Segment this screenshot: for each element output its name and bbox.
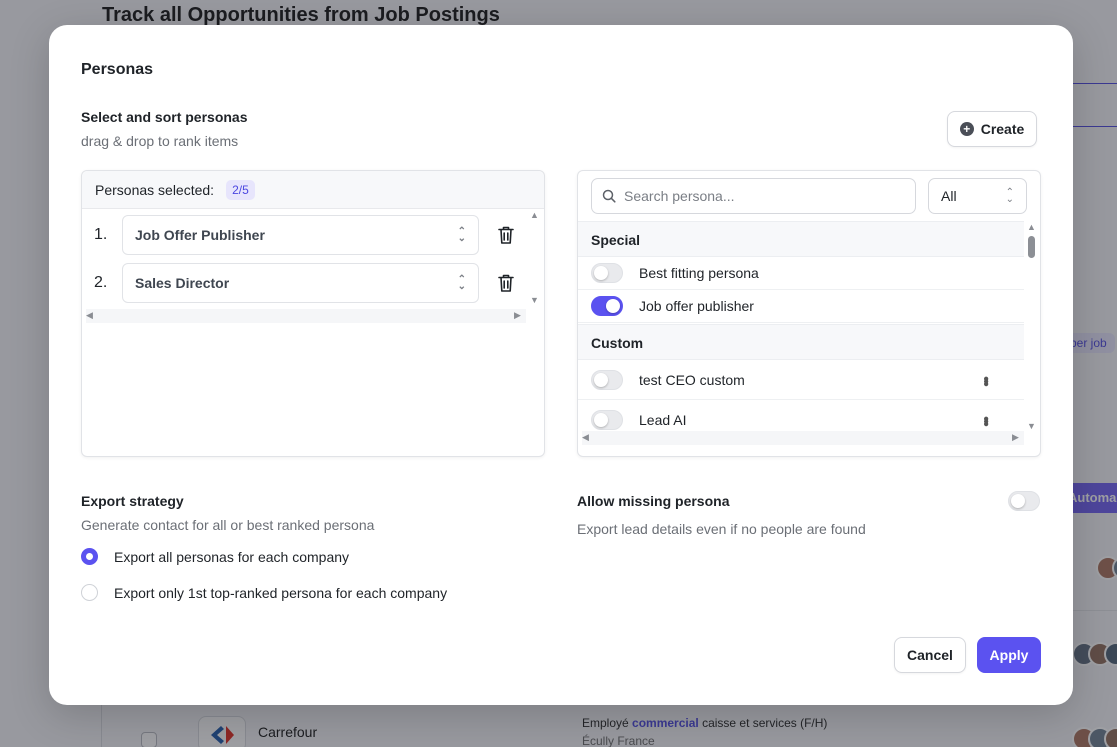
cancel-button[interactable]: Cancel (894, 637, 966, 673)
select-section-subtitle: drag & drop to rank items (81, 133, 239, 149)
scroll-right-arrow-icon[interactable]: ▶ (1012, 433, 1019, 442)
trash-icon[interactable] (497, 273, 515, 293)
chevron-up-down-icon: ⌃ ⌄ (457, 226, 466, 244)
selected-persona-row[interactable]: 2. Sales Director ⌃ ⌄ (94, 263, 515, 303)
selected-persona-row[interactable]: 1. Job Offer Publisher ⌃ ⌄ (94, 215, 515, 255)
search-persona-box[interactable] (591, 178, 916, 214)
persona-toggle[interactable] (591, 410, 623, 430)
plus-circle-icon: + (959, 122, 974, 136)
export-option-label: Export all personas for each company (114, 548, 350, 565)
persona-list-item[interactable]: Job offer publisher (578, 290, 1024, 323)
persona-toggle[interactable] (591, 263, 623, 283)
export-option-top-ranked[interactable]: Export only 1st top-ranked persona for e… (81, 584, 447, 601)
persona-list: Special Best fitting persona Job offer p… (578, 221, 1024, 433)
export-strategy-title: Export strategy (81, 493, 184, 509)
persona-list-item[interactable]: Best fitting persona (578, 257, 1024, 290)
search-icon (602, 189, 616, 203)
persona-filter-value: All (941, 188, 957, 204)
export-strategy-subtitle: Generate contact for all or best ranked … (81, 517, 375, 533)
scroll-thumb[interactable] (1028, 236, 1035, 258)
group-header-special: Special (578, 221, 1024, 257)
scroll-up-arrow-icon[interactable]: ▲ (1027, 223, 1036, 232)
persona-item-label: Job offer publisher (639, 298, 754, 314)
radio-button[interactable] (81, 548, 98, 565)
scroll-down-arrow-icon[interactable]: ▼ (530, 296, 539, 305)
persona-list-item[interactable]: test CEO custom ••• (578, 360, 1024, 400)
allow-missing-title: Allow missing persona (577, 493, 730, 509)
persona-item-label: Lead AI (639, 412, 687, 428)
export-option-label: Export only 1st top-ranked persona for e… (114, 584, 448, 601)
group-header-custom: Custom (578, 324, 1024, 360)
selected-personas-header: Personas selected: 2/5 (82, 171, 544, 209)
chevron-up-down-icon: ⌃ ⌄ (1005, 187, 1014, 205)
scroll-down-arrow-icon[interactable]: ▼ (1027, 422, 1036, 431)
export-option-all[interactable]: Export all personas for each company (81, 548, 349, 565)
vertical-scrollbar[interactable]: ▲ ▼ (1026, 223, 1038, 433)
scroll-left-arrow-icon[interactable]: ◀ (86, 311, 93, 320)
create-button[interactable]: + Create (947, 111, 1037, 147)
persona-select-value: Job Offer Publisher (135, 227, 265, 243)
persona-select[interactable]: Sales Director ⌃ ⌄ (122, 263, 479, 303)
vertical-scrollbar[interactable]: ▲ ▼ (528, 211, 540, 307)
personas-modal: Personas Select and sort personas drag &… (49, 25, 1073, 705)
persona-item-label: Best fitting persona (639, 265, 759, 281)
scroll-right-arrow-icon[interactable]: ▶ (514, 311, 521, 320)
select-section-title: Select and sort personas (81, 109, 248, 125)
scroll-up-arrow-icon[interactable]: ▲ (530, 211, 539, 220)
persona-select[interactable]: Job Offer Publisher ⌃ ⌄ (122, 215, 479, 255)
radio-button[interactable] (81, 584, 98, 601)
allow-missing-subtitle: Export lead details even if no people ar… (577, 521, 866, 537)
allow-missing-toggle[interactable] (1008, 491, 1040, 511)
persona-select-value: Sales Director (135, 275, 230, 291)
modal-title: Personas (81, 61, 154, 78)
selected-personas-panel: Personas selected: 2/5 1. Job Offer Publ… (81, 170, 545, 457)
more-options-icon[interactable]: ••• (976, 376, 994, 384)
apply-button[interactable]: Apply (977, 637, 1041, 673)
persona-item-label: test CEO custom (639, 371, 745, 388)
persona-filter-select[interactable]: All ⌃ ⌄ (928, 178, 1027, 214)
selected-count-badge: 2/5 (226, 179, 255, 200)
scroll-left-arrow-icon[interactable]: ◀ (582, 433, 589, 442)
persona-toggle[interactable] (591, 369, 623, 390)
create-button-label: Create (980, 121, 1025, 137)
persona-library-panel: All ⌃⌄ Special Best fitting persona Job … (577, 170, 1041, 457)
rank-number: 2. (94, 274, 108, 291)
persona-toggle[interactable] (591, 296, 623, 316)
horizontal-scrollbar[interactable]: ◀ ▶ (86, 309, 526, 323)
search-persona-input[interactable] (624, 188, 894, 204)
more-options-icon[interactable]: ••• (976, 416, 994, 424)
trash-icon[interactable] (497, 225, 515, 245)
rank-number: 1. (94, 226, 108, 243)
chevron-up-down-icon: ⌃ ⌄ (457, 274, 466, 292)
selected-personas-label: Personas selected: (95, 181, 215, 198)
horizontal-scrollbar[interactable]: ◀ ▶ (582, 431, 1024, 445)
